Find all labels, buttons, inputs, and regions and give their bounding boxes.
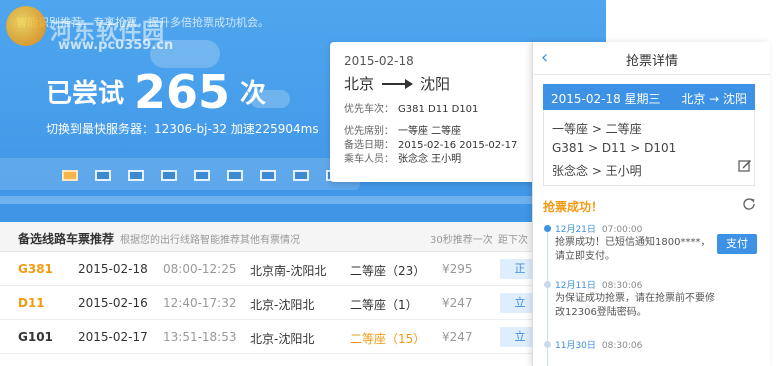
refresh-icon[interactable] <box>741 196 757 212</box>
timeline-message: 为保证成功抢票，请在抢票前不要修改12306登陆密码。 <box>555 293 715 318</box>
timeline-date: 12月21日 <box>555 225 596 235</box>
timeline-dot <box>544 281 551 288</box>
train-window <box>194 170 210 181</box>
train-window <box>293 170 309 181</box>
ticket-to: 沈阳 <box>420 75 451 93</box>
watermark-url: www.pc0359.cn <box>58 38 174 53</box>
divider <box>533 74 771 75</box>
seat-availability: 二等座（1） <box>350 298 418 312</box>
attempt-unit: 次 <box>240 79 267 109</box>
train-date: 2015-02-18 <box>78 262 148 276</box>
trip-route: 北京 → 沈阳 <box>681 92 747 106</box>
train-route: 北京-沈阳北 <box>250 332 315 346</box>
ticket-card: 2015-02-18 北京 沈阳 优先车次： G381 D11 D101 优先席别… <box>330 42 536 182</box>
rail-decoration <box>0 196 606 204</box>
priority-trains-value: G381 D11 D101 <box>398 104 479 115</box>
recommend-header: 备选线路车票推荐 根据您的出行线路智能推荐其他有票情况 30秒推荐一次 距下次 <box>0 222 606 252</box>
passenger-list: 张念念 > 王小明 <box>552 164 642 178</box>
progress-timeline: 12月21日 07:00:00 抢票成功！已短信通知1800****，请立即支付。… <box>544 222 761 366</box>
detail-panel: 抢票详情 ‹ 2015-02-18 星期三 北京 → 沈阳 一等座 > 二等座 … <box>532 42 771 366</box>
edit-icon[interactable] <box>738 158 752 172</box>
panel-title: 抢票详情 <box>625 54 678 69</box>
priority-trains-label: 优先车次： <box>344 104 394 115</box>
passengers-value: 张念念 王小明 <box>398 154 462 165</box>
ticket-price: ¥247 <box>442 296 473 310</box>
train-window <box>260 170 276 181</box>
pay-button[interactable]: 支付 <box>717 234 757 254</box>
timeline-time: 07:00:00 <box>601 225 643 235</box>
trip-date: 2015-02-18 星期三 <box>551 92 661 106</box>
train-window <box>62 170 78 181</box>
next-refresh-label: 距下次 <box>498 235 528 246</box>
ticket-price: ¥295 <box>442 262 473 276</box>
watermark-logo-icon <box>6 6 46 46</box>
timeline-timestamp: 12月21日 07:00:00 <box>555 222 642 235</box>
train-date: 2015-02-17 <box>78 330 148 344</box>
seat-availability: 二等座（15） <box>350 332 426 346</box>
train-code: D11 <box>18 296 45 310</box>
train-code: G381 <box>18 262 53 276</box>
ticket-route: 北京 沈阳 <box>344 73 450 94</box>
table-row[interactable]: D11 2015-02-16 12:40-17:32 北京-沈阳北 二等座（1）… <box>0 287 606 320</box>
seat-availability: 二等座（23） <box>350 264 426 278</box>
ticket-date: 2015-02-18 <box>344 54 414 68</box>
train-window <box>161 170 177 181</box>
attempt-count: 265 <box>134 65 231 119</box>
ticket-from: 北京 <box>344 75 375 93</box>
timeline-date: 11月30日 <box>555 341 596 351</box>
timeline-dot <box>544 341 551 348</box>
train-route: 北京-沈阳北 <box>250 298 315 312</box>
priority-trains-row: 优先车次： G381 D11 D101 <box>344 100 478 115</box>
attempt-counter: 已尝试 265 次 <box>46 68 266 116</box>
ticket-price: ¥247 <box>442 330 473 344</box>
recommend-hint: 根据您的出行线路智能推荐其他有票情况 <box>120 235 300 246</box>
refresh-interval: 30秒推荐一次 <box>430 235 493 246</box>
train-window <box>95 170 111 181</box>
server-status: 切换到最快服务器：12306-bj-32 加速225904ms <box>46 122 319 136</box>
train-time: 13:51-18:53 <box>163 330 237 344</box>
trip-summary-bar: 2015-02-18 星期三 北京 → 沈阳 <box>543 84 755 110</box>
app-window: 智能识别推荐，专享抢票，提升多倍抢票成功机会。 河东软件园 www.pc0359… <box>0 0 776 366</box>
recommend-title: 备选线路车票推荐 <box>18 232 115 246</box>
attempt-label: 已尝试 <box>46 79 125 109</box>
timeline-timestamp: 11月30日 08:30:06 <box>555 338 642 351</box>
train-route: 北京南-沈阳北 <box>250 264 327 278</box>
success-status: 抢票成功！ <box>543 200 604 214</box>
timeline-timestamp: 12月11日 08:30:06 <box>555 278 642 291</box>
trip-preferences: 一等座 > 二等座 G381 > D11 > D101 张念念 > 王小明 <box>543 110 755 186</box>
timeline-message: 抢票成功！已短信通知1800****，请立即支付。 <box>555 237 711 262</box>
timeline-dot <box>544 225 551 232</box>
timeline-date: 12月11日 <box>555 281 596 291</box>
train-time: 08:00-12:25 <box>163 262 237 276</box>
train-time: 12:40-17:32 <box>163 296 237 310</box>
chevron-left-icon[interactable]: ‹ <box>541 47 561 69</box>
train-date: 2015-02-16 <box>78 296 148 310</box>
table-row[interactable]: G381 2015-02-18 08:00-12:25 北京南-沈阳北 二等座（… <box>0 253 606 286</box>
train-preference: G381 > D11 > D101 <box>552 141 677 155</box>
alt-dates-row: 备选日期： 2015-02-16 2015-02-17 <box>344 136 517 151</box>
passengers-label: 乘车人员： <box>344 154 394 165</box>
train-window <box>128 170 144 181</box>
train-window <box>227 170 243 181</box>
arrow-right-icon <box>382 78 414 89</box>
table-row[interactable]: G101 2015-02-17 13:51-18:53 北京-沈阳北 二等座（1… <box>0 321 606 354</box>
passengers-row: 乘车人员： 张念念 王小明 <box>344 150 461 165</box>
timeline-time: 08:30:06 <box>601 281 643 291</box>
seat-preference: 一等座 > 二等座 <box>552 122 642 136</box>
timeline-time: 08:30:06 <box>601 341 643 351</box>
train-code: G101 <box>18 330 53 344</box>
priority-seats-row: 优先席别： 一等座 二等座 <box>344 122 461 137</box>
